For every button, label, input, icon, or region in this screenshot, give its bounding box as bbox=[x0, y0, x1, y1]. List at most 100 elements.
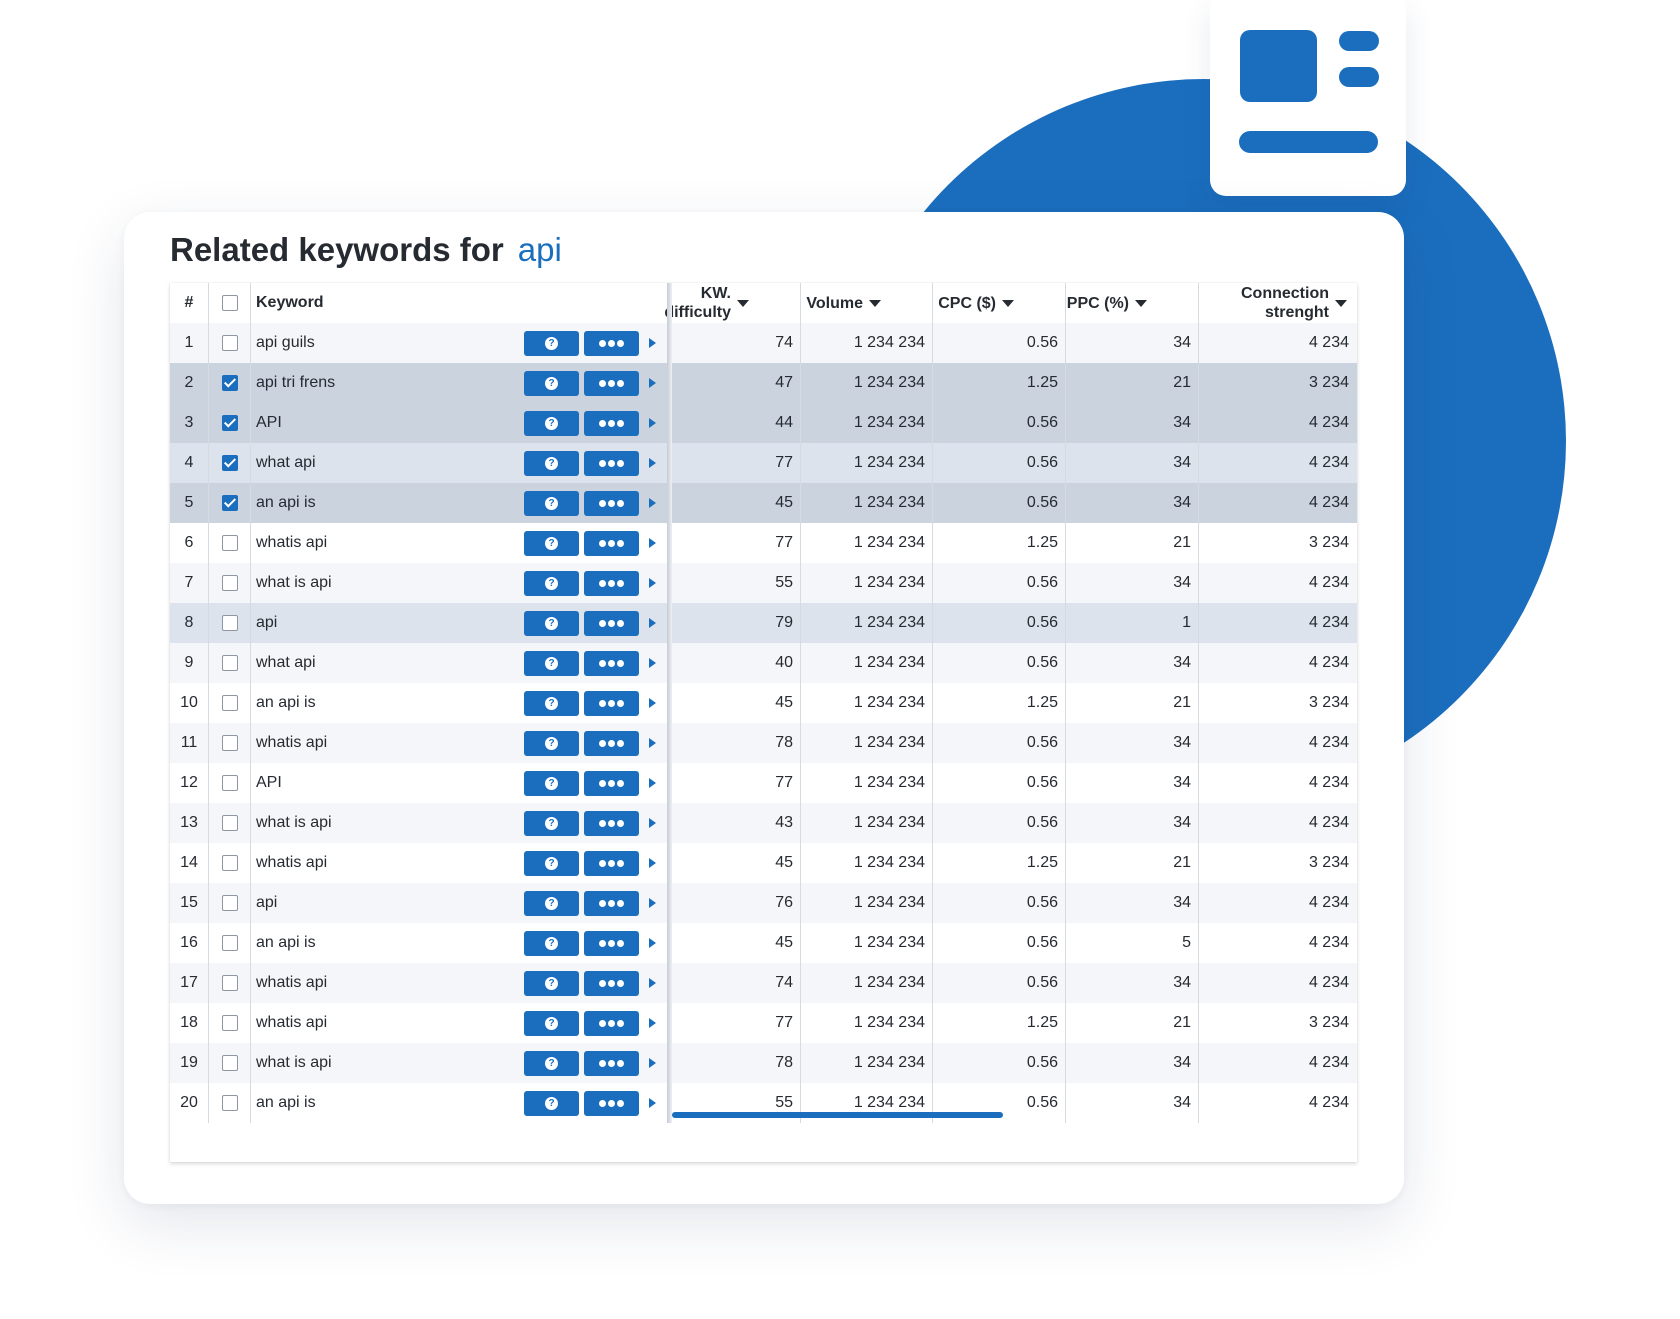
table-row[interactable]: 19 what is api? 78 1 234 234 0.56 34 4 234 bbox=[170, 1043, 1357, 1083]
help-button[interactable]: ? bbox=[524, 531, 579, 556]
row-checkbox[interactable] bbox=[222, 415, 238, 431]
help-button[interactable]: ? bbox=[524, 331, 579, 356]
select-all-checkbox[interactable] bbox=[222, 295, 238, 311]
expand-arrow-icon[interactable] bbox=[649, 1098, 656, 1108]
row-checkbox[interactable] bbox=[222, 735, 238, 751]
expand-arrow-icon[interactable] bbox=[649, 538, 656, 548]
more-options-button[interactable] bbox=[584, 371, 639, 396]
expand-arrow-icon[interactable] bbox=[649, 1058, 656, 1068]
help-button[interactable]: ? bbox=[524, 771, 579, 796]
table-row[interactable]: 14 whatis api? 45 1 234 234 1.25 21 3 234 bbox=[170, 843, 1357, 883]
col-header-connection-strength[interactable]: Connection strenght bbox=[1170, 283, 1347, 323]
help-button[interactable]: ? bbox=[524, 411, 579, 436]
row-checkbox[interactable] bbox=[222, 495, 238, 511]
more-options-button[interactable] bbox=[584, 811, 639, 836]
help-button[interactable]: ? bbox=[524, 851, 579, 876]
more-options-button[interactable] bbox=[584, 571, 639, 596]
more-options-button[interactable] bbox=[584, 451, 639, 476]
more-options-button[interactable] bbox=[584, 1091, 639, 1116]
table-row[interactable]: 7 what is api? 55 1 234 234 0.56 34 4 234 bbox=[170, 563, 1357, 603]
row-checkbox[interactable] bbox=[222, 535, 238, 551]
table-row[interactable]: 2 api tri frens? 47 1 234 234 1.25 21 3 234 bbox=[170, 363, 1357, 403]
col-header-cpc[interactable]: CPC ($) bbox=[901, 283, 1014, 323]
row-checkbox[interactable] bbox=[222, 695, 238, 711]
help-button[interactable]: ? bbox=[524, 971, 579, 996]
horizontal-scrollbar[interactable] bbox=[672, 1112, 1003, 1118]
table-row[interactable]: 5 an api is? 45 1 234 234 0.56 34 4 234 bbox=[170, 483, 1357, 523]
table-row[interactable]: 17 whatis api? 74 1 234 234 0.56 34 4 234 bbox=[170, 963, 1357, 1003]
table-row[interactable]: 16 an api is? 45 1 234 234 0.56 5 4 234 bbox=[170, 923, 1357, 963]
row-checkbox[interactable] bbox=[222, 455, 238, 471]
expand-arrow-icon[interactable] bbox=[649, 658, 656, 668]
more-options-button[interactable] bbox=[584, 331, 639, 356]
col-header-volume[interactable]: Volume bbox=[768, 283, 881, 323]
help-button[interactable]: ? bbox=[524, 1011, 579, 1036]
more-options-button[interactable] bbox=[584, 691, 639, 716]
expand-arrow-icon[interactable] bbox=[649, 938, 656, 948]
table-row[interactable]: 4 what api? 77 1 234 234 0.56 34 4 234 bbox=[170, 443, 1357, 483]
help-button[interactable]: ? bbox=[524, 731, 579, 756]
expand-arrow-icon[interactable] bbox=[649, 818, 656, 828]
row-checkbox[interactable] bbox=[222, 1055, 238, 1071]
expand-arrow-icon[interactable] bbox=[649, 978, 656, 988]
more-options-button[interactable] bbox=[584, 771, 639, 796]
more-options-button[interactable] bbox=[584, 851, 639, 876]
more-options-button[interactable] bbox=[584, 1011, 639, 1036]
help-button[interactable]: ? bbox=[524, 1051, 579, 1076]
table-row[interactable]: 10 an api is? 45 1 234 234 1.25 21 3 234 bbox=[170, 683, 1357, 723]
more-options-button[interactable] bbox=[584, 891, 639, 916]
expand-arrow-icon[interactable] bbox=[649, 698, 656, 708]
help-button[interactable]: ? bbox=[524, 371, 579, 396]
expand-arrow-icon[interactable] bbox=[649, 1018, 656, 1028]
row-checkbox[interactable] bbox=[222, 375, 238, 391]
more-options-button[interactable] bbox=[584, 931, 639, 956]
expand-arrow-icon[interactable] bbox=[649, 458, 656, 468]
row-checkbox[interactable] bbox=[222, 815, 238, 831]
row-checkbox[interactable] bbox=[222, 895, 238, 911]
row-checkbox[interactable] bbox=[222, 655, 238, 671]
table-row[interactable]: 1 api guils? 74 1 234 234 0.56 34 4 234 bbox=[170, 323, 1357, 363]
row-checkbox[interactable] bbox=[222, 1015, 238, 1031]
row-checkbox[interactable] bbox=[222, 575, 238, 591]
expand-arrow-icon[interactable] bbox=[649, 578, 656, 588]
table-row[interactable]: 13 what is api? 43 1 234 234 0.56 34 4 234 bbox=[170, 803, 1357, 843]
col-header-ppc[interactable]: PPC (%) bbox=[1034, 283, 1147, 323]
help-button[interactable]: ? bbox=[524, 451, 579, 476]
row-checkbox[interactable] bbox=[222, 615, 238, 631]
row-checkbox[interactable] bbox=[222, 775, 238, 791]
row-checkbox[interactable] bbox=[222, 855, 238, 871]
more-options-button[interactable] bbox=[584, 411, 639, 436]
expand-arrow-icon[interactable] bbox=[649, 738, 656, 748]
row-checkbox[interactable] bbox=[222, 335, 238, 351]
table-row[interactable]: 9 what api? 40 1 234 234 0.56 34 4 234 bbox=[170, 643, 1357, 683]
more-options-button[interactable] bbox=[584, 491, 639, 516]
row-checkbox[interactable] bbox=[222, 975, 238, 991]
expand-arrow-icon[interactable] bbox=[649, 498, 656, 508]
table-row[interactable]: 8 api? 79 1 234 234 0.56 1 4 234 bbox=[170, 603, 1357, 643]
expand-arrow-icon[interactable] bbox=[649, 338, 656, 348]
table-row[interactable]: 12 API? 77 1 234 234 0.56 34 4 234 bbox=[170, 763, 1357, 803]
help-button[interactable]: ? bbox=[524, 611, 579, 636]
table-row[interactable]: 3 API? 44 1 234 234 0.56 34 4 234 bbox=[170, 403, 1357, 443]
help-button[interactable]: ? bbox=[524, 811, 579, 836]
table-row[interactable]: 11 whatis api? 78 1 234 234 0.56 34 4 234 bbox=[170, 723, 1357, 763]
expand-arrow-icon[interactable] bbox=[649, 418, 656, 428]
col-header-keyword[interactable]: Keyword bbox=[256, 283, 556, 323]
help-button[interactable]: ? bbox=[524, 691, 579, 716]
more-options-button[interactable] bbox=[584, 651, 639, 676]
more-options-button[interactable] bbox=[584, 531, 639, 556]
expand-arrow-icon[interactable] bbox=[649, 778, 656, 788]
table-row[interactable]: 6 whatis api? 77 1 234 234 1.25 21 3 234 bbox=[170, 523, 1357, 563]
expand-arrow-icon[interactable] bbox=[649, 378, 656, 388]
help-button[interactable]: ? bbox=[524, 1091, 579, 1116]
more-options-button[interactable] bbox=[584, 971, 639, 996]
help-button[interactable]: ? bbox=[524, 491, 579, 516]
more-options-button[interactable] bbox=[584, 1051, 639, 1076]
help-button[interactable]: ? bbox=[524, 571, 579, 596]
col-header-kw-difficulty[interactable]: KW. difficulty bbox=[636, 283, 749, 323]
table-row[interactable]: 15 api? 76 1 234 234 0.56 34 4 234 bbox=[170, 883, 1357, 923]
help-button[interactable]: ? bbox=[524, 651, 579, 676]
expand-arrow-icon[interactable] bbox=[649, 858, 656, 868]
help-button[interactable]: ? bbox=[524, 931, 579, 956]
row-checkbox[interactable] bbox=[222, 1095, 238, 1111]
